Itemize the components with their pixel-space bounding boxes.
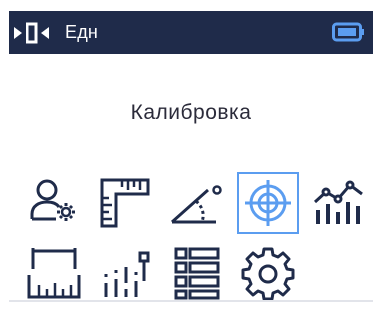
chart-icon (313, 180, 363, 224)
status-bar: Едн (9, 11, 373, 54)
menu-item-ruler[interactable] (94, 172, 156, 234)
menu-item-chart[interactable] (308, 172, 370, 234)
menu-item-bars-dot[interactable] (94, 243, 156, 305)
reference-edge-icon[interactable] (13, 22, 59, 44)
device-screen: Едн Калибровка (9, 11, 373, 302)
user-settings-icon (30, 179, 75, 221)
measurement-icon (27, 248, 81, 299)
unit-label: Едн (65, 22, 99, 42)
menu-item-settings[interactable] (237, 243, 299, 305)
gear-icon (241, 247, 295, 301)
menu-item-measurement[interactable] (23, 243, 85, 305)
list-icon (174, 247, 220, 300)
target-icon (245, 180, 291, 226)
bottom-divider (9, 300, 373, 302)
ruler-icon (100, 178, 150, 228)
menu-item-angle[interactable] (166, 172, 228, 234)
menu-item-user-settings[interactable] (23, 172, 85, 234)
menu-item-list[interactable] (166, 243, 228, 305)
angle-icon (171, 185, 222, 224)
bars-dot-icon (104, 251, 150, 297)
battery-icon (332, 22, 364, 42)
menu-item-target[interactable] (237, 172, 299, 234)
page-title: Калибровка (130, 101, 252, 124)
